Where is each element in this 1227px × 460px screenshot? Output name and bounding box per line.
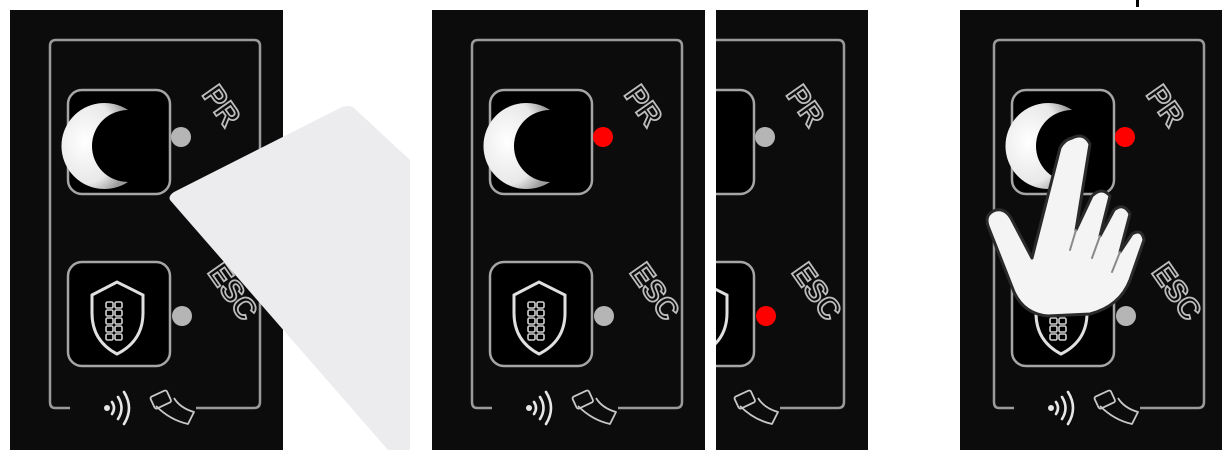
esc-label: ESC bbox=[623, 257, 685, 326]
keypad-graphic: PR ESC bbox=[470, 38, 686, 426]
contactless-card bbox=[169, 106, 410, 450]
esc-led bbox=[594, 306, 614, 326]
pointing-hand-icon bbox=[985, 134, 1146, 318]
esc-label: ESC bbox=[785, 257, 847, 326]
pr-label: PR bbox=[1140, 80, 1191, 133]
esc-led bbox=[756, 306, 776, 326]
pr-led bbox=[755, 127, 775, 147]
esc-label: ESC bbox=[1145, 257, 1207, 326]
keypad-panel-2: PR ESC bbox=[432, 10, 705, 450]
keypad-panel-4: PR ESC bbox=[960, 10, 1222, 450]
keypad-graphic: PR ESC bbox=[716, 38, 848, 426]
pr-led bbox=[593, 127, 613, 147]
keypad-panel-3: PR ESC bbox=[716, 10, 868, 450]
edge-fragment bbox=[1136, 0, 1139, 7]
pr-label: PR bbox=[780, 80, 831, 133]
pr-label: PR bbox=[618, 80, 669, 133]
